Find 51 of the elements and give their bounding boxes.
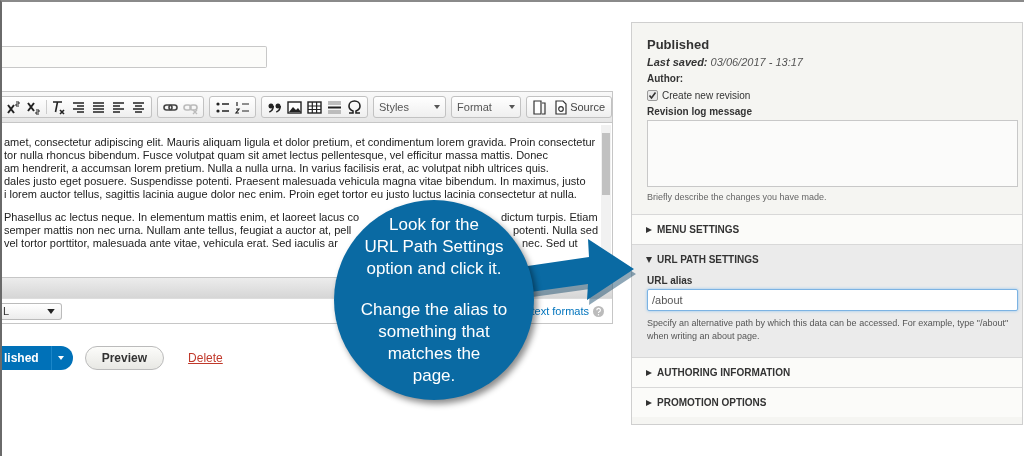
table-icon[interactable] — [306, 98, 323, 116]
triangle-icon — [646, 399, 652, 406]
checkbox[interactable] — [647, 90, 658, 101]
body-text: nec. Sed ut — [522, 237, 578, 250]
body-text: Phasellus ac lectus neque. In elementum mattis enim, et laoreet lacus co — [4, 211, 360, 224]
document-icon[interactable] — [531, 98, 549, 116]
styles-dropdown[interactable]: Styles — [373, 96, 447, 118]
caret-icon — [509, 105, 516, 109]
horizontal-line-icon[interactable] — [326, 98, 343, 116]
body-text: vel tortor porttitor, malesuada ante vitae, vehicula erat. Sed iaculis ar — [4, 237, 338, 250]
scroll-thumb[interactable] — [602, 133, 610, 195]
triangle-icon — [646, 256, 652, 263]
delete-link[interactable]: Delete — [188, 351, 223, 365]
body-text: semper mattis non nec urna. Nullam ante tellus, feugiat a auctor at, pell — [4, 224, 352, 237]
field-label: URL alias — [647, 275, 694, 286]
triangle-icon — [646, 226, 652, 233]
source-icon — [553, 98, 568, 116]
help-text: Specify an alternative path by which this data can be accessed. For example, type "/about" when writing an about page. — [647, 317, 1010, 343]
image-icon[interactable] — [286, 98, 303, 116]
last-saved-text: Last saved: 03/06/2017 - 13:17 — [647, 56, 804, 68]
superscript-icon[interactable] — [6, 98, 23, 116]
field-label: Revision log message — [647, 106, 754, 117]
status-heading: Published — [647, 37, 711, 52]
text-format-select[interactable]: L — [2, 302, 62, 320]
body-text: dales justo eget posuere. Suspendisse potenti. Praesent malesuada vehicula magna vitae bibendum. In maximus, justo — [4, 175, 586, 188]
body-text: amet, consectetur adipiscing elit. Mauris aliquam ligula et dolor pretium, et condimentum lorem gravida. Proin consectetur — [4, 136, 596, 149]
preview-button[interactable]: Preview — [84, 346, 165, 370]
checkbox-label: Create new revision — [662, 90, 751, 101]
save-button[interactable]: lished — [2, 346, 73, 370]
help-text: Briefly describe the changes you have made. — [647, 192, 828, 202]
caret-icon — [47, 308, 55, 314]
clear-format-icon[interactable] — [50, 98, 67, 116]
body-text: tor nulla rhoncus bibendum. Fusce volutpat quam sit amet lectus pellentesque, vel efficitur massa mattis. Donec — [4, 149, 548, 162]
section-header[interactable]: URL PATH SETTINGS — [632, 245, 1022, 274]
body-text: dictum turpis. Etiam — [501, 211, 598, 224]
caret-icon — [57, 356, 64, 360]
body-text: potenti. Nulla sed — [513, 224, 598, 237]
section-header[interactable]: AUTHORING INFORMATION — [632, 358, 1022, 387]
title-field[interactable] — [2, 46, 267, 68]
url-alias-field[interactable]: /about — [647, 289, 1018, 311]
section-header[interactable]: PROMOTION OPTIONS — [632, 388, 1022, 417]
field-label: Author: — [647, 73, 685, 84]
revision-log-field[interactable] — [647, 120, 1018, 187]
body-text: i lorem auctor tellus, sagittis lacinia augue dolor nec enim. Proin eget tortor eu justo luctus lacinia consectetur at nulla. — [4, 188, 577, 201]
section-header[interactable]: MENU SETTINGS — [632, 215, 1022, 244]
format-dropdown[interactable]: Format — [451, 96, 522, 118]
callout-text: Change the alias to something that matches the page. — [360, 298, 508, 387]
body-text: am hendrerit, a accumsan lorem pretium. Nulla a nulla urna. In varius facilisis erat, ac volutpat nibh ultrices quis. — [4, 162, 549, 175]
caret-icon — [434, 105, 441, 109]
special-character-icon[interactable] — [346, 98, 363, 116]
triangle-icon — [646, 369, 652, 376]
